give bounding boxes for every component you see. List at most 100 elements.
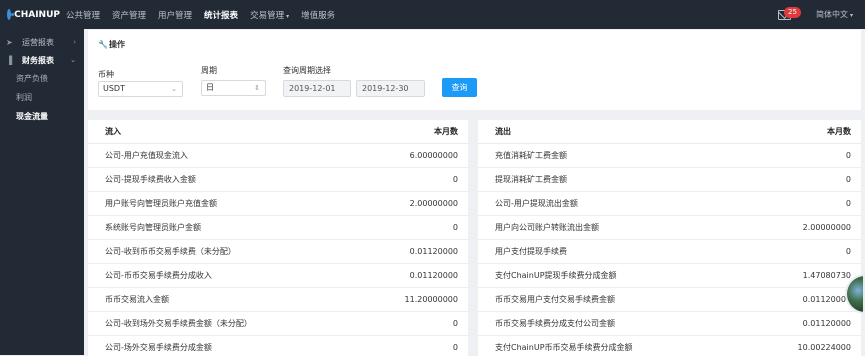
- wrench-icon: 🔧: [98, 40, 108, 49]
- chevron-right-icon: ›: [73, 38, 76, 46]
- period-label: 周期: [201, 66, 217, 75]
- table-row: 币币交易用户支付交易手续费金额 0.01120000: [478, 288, 861, 312]
- language-label: 简体中文: [815, 10, 848, 19]
- inflow-table: 流入 本月数 公司-用户充值现金流入 6.00000000 公司-提现手续费收入金…: [88, 120, 468, 356]
- table-row: 公司-场外交易手续费分成金额 0: [88, 336, 468, 356]
- row-label: 用户账号向管理员账户充值金额: [105, 199, 217, 208]
- row-value: 0.01120000: [409, 271, 458, 280]
- language-selector[interactable]: 简体中文 ▾: [816, 9, 853, 20]
- row-label: 提现消耗矿工费金额: [495, 175, 567, 184]
- table-row: 充值消耗矿工费金额 0: [478, 144, 861, 168]
- query-button[interactable]: 查询: [442, 78, 477, 97]
- sort-arrows-icon: ⇕: [254, 84, 260, 92]
- row-value: 0: [452, 343, 458, 352]
- operations-title-label: 操作: [109, 40, 125, 49]
- row-value: 6.00000000: [409, 151, 458, 160]
- nav-item-user-management[interactable]: 用户管理: [152, 9, 198, 21]
- row-label: 公司-提现手续费收入金额: [105, 175, 196, 184]
- top-right-controls: 25 简体中文 ▾: [777, 6, 865, 22]
- row-value: 1.47080730: [802, 271, 851, 280]
- table-row: 公司-提现手续费收入金额 0: [88, 168, 468, 192]
- row-label: 币币交易手续费分成支付公司金额: [495, 319, 615, 328]
- sidebar-item-profit[interactable]: 利润: [0, 88, 84, 107]
- period-select-value: 日: [206, 83, 214, 92]
- chevron-down-icon: ▾: [849, 12, 853, 19]
- table-row: 支付ChainUP提现手续费分成金额 1.47080730: [478, 264, 861, 288]
- currency-select[interactable]: USDT ⌄: [98, 81, 183, 97]
- row-value: 0: [452, 319, 458, 328]
- row-label: 公司-用户充值现金流入: [105, 151, 188, 160]
- bar-chart-icon: ▐: [6, 55, 13, 65]
- table-row: 公司-用户充值现金流入 6.00000000: [88, 144, 468, 168]
- range-label: 查询周期选择: [283, 66, 331, 75]
- table-row: 用户向公司账户转账流出金额 2.00000000: [478, 216, 861, 240]
- chevron-down-icon: ⌄: [171, 85, 177, 93]
- nav-item-asset-management[interactable]: 资产管理: [106, 9, 152, 21]
- logo-text: CHAINUP: [14, 9, 60, 20]
- table-row: 用户支付提现手续费 0: [478, 240, 861, 264]
- column-header-name: 流出: [495, 127, 511, 136]
- row-value: 2.00000000: [802, 223, 851, 232]
- row-label: 用户向公司账户转账流出金额: [495, 223, 599, 232]
- period-select[interactable]: 日 ⇕: [201, 80, 266, 96]
- send-icon: ➤: [6, 37, 13, 47]
- table-header: 流出 本月数: [478, 120, 861, 144]
- sidebar-group-label: 运营报表: [22, 37, 54, 47]
- row-value: 0: [452, 175, 458, 184]
- row-value: 10.00224000: [797, 343, 851, 352]
- sidebar-item-cash-flow[interactable]: 现金流量: [0, 107, 84, 126]
- top-navbar: CHAINUP 公共管理 资产管理 用户管理 统计报表 交易管理 ▾ 增值服务 2…: [0, 0, 865, 29]
- sidebar-item-balance-sheet[interactable]: 资产负债: [0, 69, 84, 88]
- start-date-input[interactable]: 2019-12-01: [283, 80, 351, 97]
- currency-select-value: USDT: [103, 84, 125, 93]
- notification-badge: 25: [783, 6, 801, 18]
- table-row: 用户账号向管理员账户充值金额 2.00000000: [88, 192, 468, 216]
- notifications[interactable]: 25: [777, 6, 802, 22]
- nav-item-statistics-reports[interactable]: 统计报表: [198, 9, 244, 21]
- row-label: 用户支付提现手续费: [495, 247, 567, 256]
- row-label: 公司-用户提现流出金额: [495, 199, 578, 208]
- operations-title: 🔧 操作: [98, 39, 125, 50]
- chainup-logo-icon: [7, 9, 15, 20]
- row-label: 公司-收到币币交易手续费（未分配）: [105, 247, 236, 256]
- column-header-name: 流入: [105, 127, 121, 136]
- row-label: 公司-收到场外交易手续费金额（未分配）: [105, 319, 252, 328]
- sidebar-group-finance-reports[interactable]: ▐ 财务报表 ⌄: [0, 51, 84, 69]
- row-value: 0.01120000: [802, 295, 851, 304]
- nav-item-public-management[interactable]: 公共管理: [60, 9, 106, 21]
- row-label: 币币交易用户支付交易手续费金额: [495, 295, 615, 304]
- row-label: 支付ChainUP提现手续费分成金额: [495, 271, 617, 280]
- logo[interactable]: CHAINUP: [0, 9, 60, 20]
- table-row: 提现消耗矿工费金额 0: [478, 168, 861, 192]
- table-header: 流入 本月数: [88, 120, 468, 144]
- row-value: 2.00000000: [409, 199, 458, 208]
- row-value: 0.01120000: [802, 319, 851, 328]
- table-row: 公司-用户提现流出金额 0: [478, 192, 861, 216]
- table-row: 公司-收到场外交易手续费金额（未分配） 0: [88, 312, 468, 336]
- nav-item-trade-management[interactable]: 交易管理 ▾: [244, 9, 295, 21]
- table-row: 币币交易手续费分成支付公司金额 0.01120000: [478, 312, 861, 336]
- currency-label: 币种: [98, 70, 114, 79]
- row-label: 支付ChainUP币币交易手续费分成金额: [495, 343, 633, 352]
- column-header-value: 本月数: [827, 127, 851, 136]
- row-value: 11.20000000: [404, 295, 458, 304]
- main-nav: 公共管理 资产管理 用户管理 统计报表 交易管理 ▾ 增值服务: [60, 0, 341, 29]
- outflow-table: 流出 本月数 充值消耗矿工费金额 0 提现消耗矿工费金额 0 公司-用户提现流出金额…: [478, 120, 861, 356]
- chevron-down-icon: ▾: [286, 12, 290, 20]
- row-label: 公司-币币交易手续费分成收入: [105, 271, 212, 280]
- chevron-down-icon: ⌄: [70, 56, 76, 64]
- table-row: 系统账号向管理员账户金额 0: [88, 216, 468, 240]
- table-row: 公司-收到币币交易手续费（未分配） 0.01120000: [88, 240, 468, 264]
- row-value: 0: [845, 199, 851, 208]
- row-label: 币币交易流入金额: [105, 295, 169, 304]
- row-label: 系统账号向管理员账户金额: [105, 223, 201, 232]
- end-date-input[interactable]: 2019-12-30: [356, 80, 425, 97]
- table-row: 支付ChainUP币币交易手续费分成金额 10.00224000: [478, 336, 861, 356]
- table-row: 币币交易流入金额 11.20000000: [88, 288, 468, 312]
- row-value: 0: [845, 151, 851, 160]
- sidebar-group-operations-reports[interactable]: ➤ 运营报表 ›: [0, 33, 84, 51]
- main-content: 🔧 操作 币种 USDT ⌄ 周期 日 ⇕ 查询周期选择 2019-12-01 …: [88, 30, 861, 356]
- row-value: 0: [845, 247, 851, 256]
- nav-item-value-added-services[interactable]: 增值服务: [295, 9, 341, 21]
- row-value: 0: [845, 175, 851, 184]
